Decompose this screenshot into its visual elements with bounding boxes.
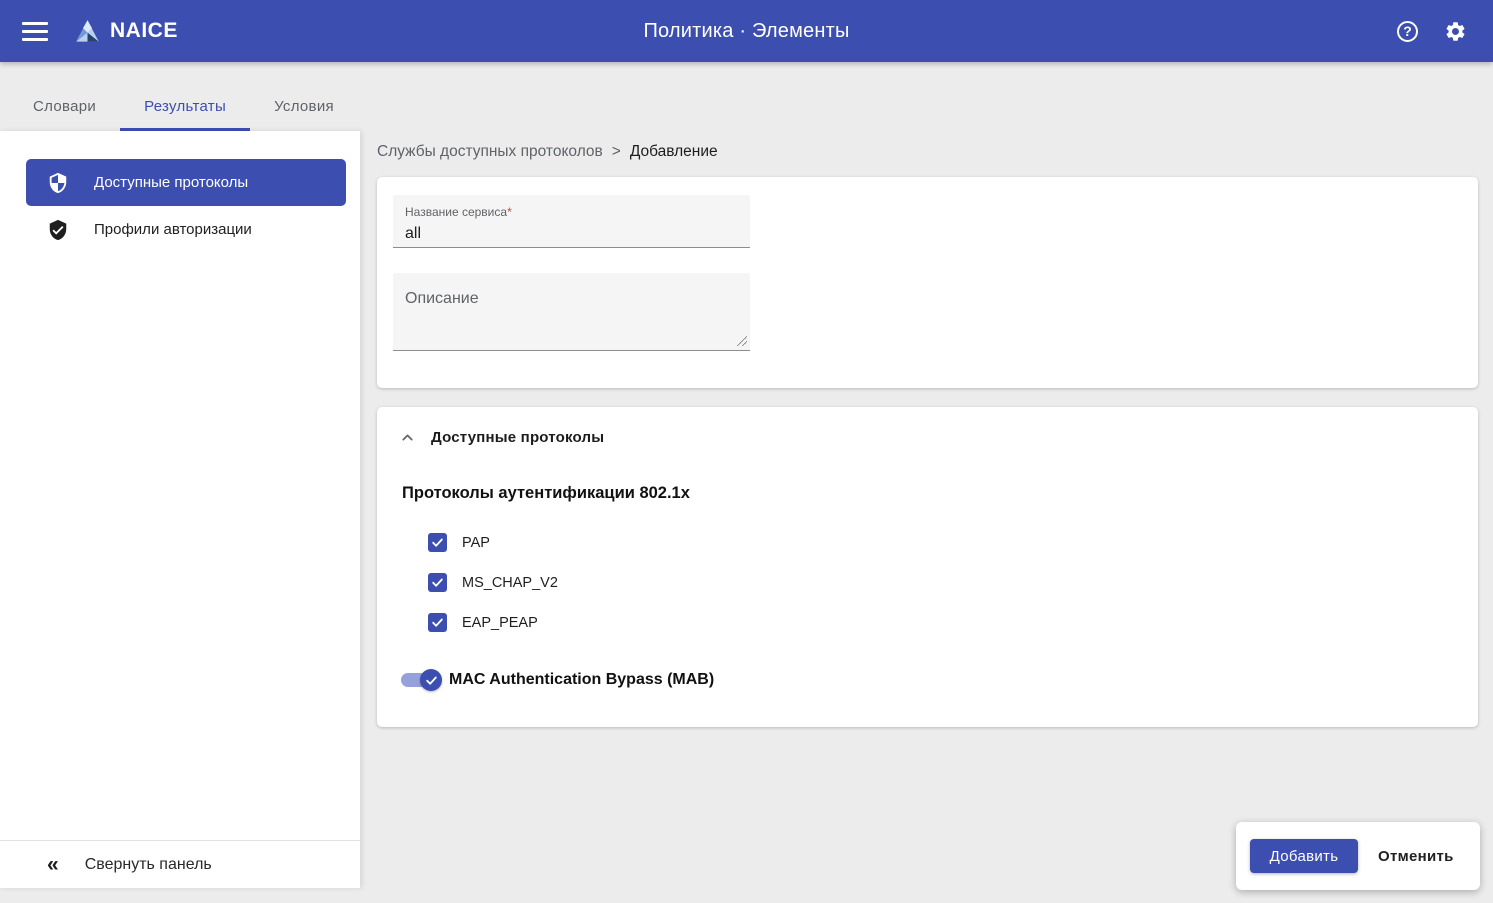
service-name-label: Название сервиса <box>405 205 507 219</box>
description-textarea[interactable] <box>393 273 750 350</box>
mab-toggle-label: MAC Authentication Bypass (MAB) <box>449 671 714 689</box>
required-asterisk: * <box>507 205 512 219</box>
breadcrumb-parent[interactable]: Службы доступных протоколов <box>377 143 603 161</box>
mab-toggle-row[interactable]: MAC Authentication Bypass (MAB) <box>401 671 714 689</box>
breadcrumb-separator-icon: > <box>612 143 621 161</box>
protocols-section-title: Доступные протоколы <box>431 429 604 446</box>
checkbox-checked-icon[interactable] <box>428 533 447 552</box>
app-bar: NAICE Политика · Элементы ? <box>0 0 1493 62</box>
mab-toggle[interactable] <box>401 673 438 687</box>
tab-bar: Словари Результаты Условия <box>0 62 1493 131</box>
shield-check-icon <box>47 219 69 241</box>
action-panel: Добавить Отменить <box>1236 822 1480 890</box>
checkbox-row-ms-chap-v2[interactable]: MS_CHAP_V2 <box>428 573 558 592</box>
help-icon[interactable]: ? <box>1397 21 1418 42</box>
service-name-input[interactable] <box>405 225 738 243</box>
tab-conditions[interactable]: Условия <box>250 84 358 131</box>
checkbox-checked-icon[interactable] <box>428 613 447 632</box>
page-title: Политика · Элементы <box>643 20 849 43</box>
brand-name: NAICE <box>110 19 178 43</box>
service-form-card: Название сервиса* <box>377 177 1478 388</box>
chevron-up-icon <box>399 429 416 446</box>
sidebar-item-label: Доступные протоколы <box>94 174 248 191</box>
add-button[interactable]: Добавить <box>1250 839 1358 873</box>
checkbox-label: PAP <box>462 535 490 551</box>
menu-icon[interactable] <box>22 22 48 41</box>
checkbox-label: EAP_PEAP <box>462 615 538 631</box>
settings-gear-icon[interactable] <box>1444 20 1467 43</box>
sidebar: Доступные протоколы Профили авторизации … <box>0 131 360 888</box>
breadcrumb-current: Добавление <box>630 143 718 161</box>
main-content: Службы доступных протоколов > Добавление… <box>360 131 1493 903</box>
checkbox-row-pap[interactable]: PAP <box>428 533 490 552</box>
collapse-panel-button[interactable]: « Свернуть панель <box>0 840 360 888</box>
tab-results[interactable]: Результаты <box>120 84 250 131</box>
description-field[interactable] <box>393 273 750 351</box>
toggle-check-icon <box>420 669 442 691</box>
shield-half-icon <box>47 172 69 194</box>
auth-protocols-heading: Протоколы аутентификации 802.1x <box>402 484 690 503</box>
collapse-panel-icon: « <box>47 854 59 875</box>
sidebar-item-authorization-profiles[interactable]: Профили авторизации <box>26 206 346 253</box>
protocols-section-toggle[interactable]: Доступные протоколы <box>399 429 604 446</box>
logo-triangle-icon <box>74 18 101 45</box>
checkbox-label: MS_CHAP_V2 <box>462 575 558 591</box>
checkbox-row-eap-peap[interactable]: EAP_PEAP <box>428 613 538 632</box>
sidebar-item-allowed-protocols[interactable]: Доступные протоколы <box>26 159 346 206</box>
allowed-protocols-card: Доступные протоколы Протоколы аутентифик… <box>377 407 1478 727</box>
resize-handle-icon[interactable] <box>737 336 747 346</box>
service-name-field[interactable]: Название сервиса* <box>393 195 750 248</box>
tab-dictionaries[interactable]: Словари <box>9 84 120 131</box>
sidebar-item-label: Профили авторизации <box>94 221 252 238</box>
cancel-button[interactable]: Отменить <box>1378 848 1454 865</box>
checkbox-checked-icon[interactable] <box>428 573 447 592</box>
app-logo: NAICE <box>74 18 178 45</box>
breadcrumb: Службы доступных протоколов > Добавление <box>377 143 718 161</box>
collapse-panel-label: Свернуть панель <box>85 856 212 874</box>
